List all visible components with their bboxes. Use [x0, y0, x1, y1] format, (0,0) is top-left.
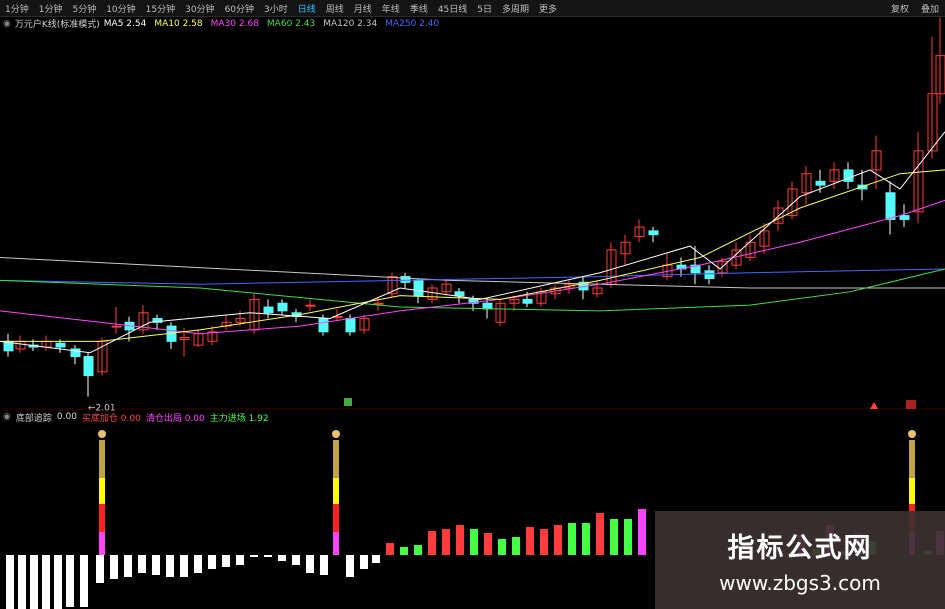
histogram-bar — [442, 529, 450, 555]
histogram-bar — [456, 525, 464, 555]
candle-body — [345, 317, 356, 333]
histogram-bar — [54, 555, 62, 609]
candle-body — [522, 298, 533, 304]
candle-body — [413, 279, 424, 297]
signal-marker — [332, 430, 340, 438]
signal-pillar — [333, 440, 339, 478]
histogram-bar — [66, 555, 74, 607]
histogram-bar — [110, 555, 118, 579]
histogram-bar — [306, 555, 314, 573]
signal-pillar — [909, 440, 915, 478]
signal-pillar — [99, 504, 105, 532]
signal-pillar — [333, 532, 339, 555]
histogram-bar — [292, 555, 300, 565]
candle-body — [885, 192, 896, 220]
candle-body — [704, 270, 715, 279]
signal-pillar — [99, 532, 105, 555]
candle-body — [55, 342, 66, 348]
candle-body — [318, 317, 329, 333]
candle-body — [305, 304, 316, 307]
histogram-bar — [624, 519, 632, 555]
candle-body — [815, 180, 826, 186]
event-marker — [906, 400, 916, 409]
histogram-bar — [360, 555, 368, 569]
candle-body — [648, 230, 659, 236]
histogram-bar — [638, 509, 646, 555]
watermark-title: 指标公式网 — [727, 532, 873, 564]
histogram-bar — [152, 555, 160, 575]
histogram-bar — [526, 527, 534, 555]
candle-body — [111, 325, 122, 328]
histogram-bar — [568, 523, 576, 555]
histogram-bar — [596, 513, 604, 555]
histogram-bar — [512, 537, 520, 555]
histogram-bar — [470, 529, 478, 555]
ma5-line — [0, 131, 945, 354]
histogram-bar — [236, 555, 244, 565]
histogram-bar — [180, 555, 188, 577]
ma250-line — [0, 268, 945, 285]
histogram-bar — [80, 555, 88, 607]
histogram-bar — [554, 525, 562, 555]
histogram-bar — [582, 523, 590, 555]
signal-pillar — [909, 478, 915, 504]
event-marker — [870, 402, 878, 409]
histogram-bar — [278, 555, 286, 561]
histogram-bar — [166, 555, 174, 577]
histogram-bar — [194, 555, 202, 573]
histogram-bar — [138, 555, 146, 573]
histogram-bar — [386, 543, 394, 555]
histogram-bar — [610, 519, 618, 555]
candle-body — [454, 291, 465, 297]
histogram-bar — [540, 529, 548, 555]
histogram-bar — [320, 555, 328, 575]
histogram-bar — [6, 555, 14, 609]
candle-body — [482, 302, 493, 310]
histogram-bar — [96, 555, 104, 583]
candle-body — [277, 302, 288, 312]
histogram-bar — [42, 555, 50, 609]
signal-pillar — [333, 504, 339, 532]
histogram-bar — [264, 555, 272, 557]
signal-marker — [908, 430, 916, 438]
histogram-bar — [124, 555, 132, 577]
histogram-bar — [18, 555, 26, 609]
histogram-bar — [346, 555, 354, 577]
histogram-bar — [372, 555, 380, 563]
histogram-bar — [222, 555, 230, 567]
min-price-label: ←2.01 — [88, 404, 116, 414]
histogram-bar — [484, 533, 492, 555]
ma30-line — [0, 199, 945, 335]
histogram-bar — [208, 555, 216, 569]
signal-pillar — [99, 440, 105, 478]
candle-body — [263, 306, 274, 314]
candle-body — [373, 302, 384, 305]
signal-marker — [98, 430, 106, 438]
signal-pillar — [333, 478, 339, 504]
site-watermark: 指标公式网 www.zbgs3.com — [655, 511, 945, 609]
histogram-bar — [250, 555, 258, 557]
histogram-bar — [30, 555, 38, 609]
histogram-bar — [414, 545, 422, 555]
histogram-bar — [428, 531, 436, 555]
candle-body — [899, 215, 910, 220]
candle-body — [83, 356, 94, 377]
candle-body — [400, 276, 411, 283]
histogram-bar — [400, 547, 408, 555]
signal-pillar — [99, 478, 105, 504]
watermark-url: www.zbgs3.com — [719, 570, 881, 595]
event-marker — [344, 398, 352, 406]
histogram-bar — [498, 539, 506, 555]
